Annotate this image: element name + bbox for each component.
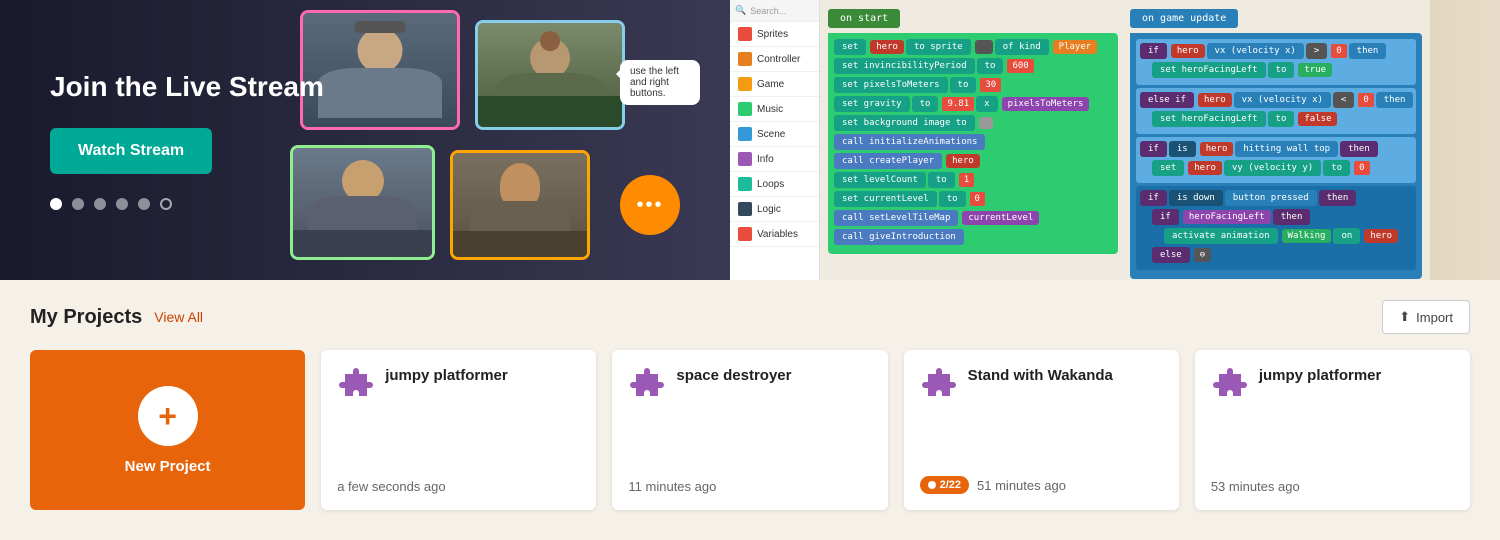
project-card-2[interactable]: space destroyer 11 minutes ago	[612, 350, 887, 510]
project-time-3: 51 minutes ago	[977, 478, 1066, 493]
carousel-dot-3[interactable]	[94, 198, 106, 210]
new-project-label: New Project	[125, 458, 211, 475]
project-name-1: jumpy platformer	[385, 366, 508, 386]
on-game-update-panel: on game update if hero vx (velocity x) >…	[1130, 8, 1422, 279]
sidebar-item-music[interactable]: Music	[730, 97, 819, 122]
sidebar-item-controller[interactable]: Controller	[730, 47, 819, 72]
video-thumb-2	[475, 20, 625, 130]
project-name-row-4: jumpy platformer	[1211, 366, 1454, 402]
project-card-3[interactable]: Stand with Wakanda 2/22 51 minutes ago	[904, 350, 1179, 510]
search-icon: 🔍	[735, 5, 746, 16]
sidebar-item-variables[interactable]: Variables	[730, 222, 819, 247]
sidebar-item-sprites[interactable]: Sprites	[730, 22, 819, 47]
video-thumb-4	[450, 150, 590, 260]
watch-stream-button[interactable]: Watch Stream	[50, 128, 212, 174]
progress-row-3: 2/22 51 minutes ago	[920, 464, 1163, 494]
mc-blocks-wrapper: on start set hero to sprite of kind Play…	[820, 0, 1430, 280]
projects-title-group: My Projects View All	[30, 306, 203, 329]
import-label: Import	[1416, 310, 1453, 325]
project-card-4-inner: jumpy platformer 53 minutes ago	[1195, 350, 1470, 510]
project-name-row-3: Stand with Wakanda	[920, 366, 1163, 402]
block-row-11: call giveIntroduction	[834, 229, 1112, 245]
project-card-1[interactable]: jumpy platformer a few seconds ago	[321, 350, 596, 510]
bottom-section: My Projects View All ⬆ Import + New Proj…	[0, 280, 1500, 530]
scene-icon	[738, 127, 752, 141]
block-row-3: set pixelsToMeters to 30	[834, 77, 1112, 93]
sidebar-item-scene[interactable]: Scene	[730, 122, 819, 147]
carousel-dot-4[interactable]	[116, 198, 128, 210]
project-card-2-inner: space destroyer 11 minutes ago	[612, 350, 887, 510]
project-name-row-1: jumpy platformer	[337, 366, 580, 402]
import-icon: ⬆	[1399, 309, 1410, 325]
block-row-1: set hero to sprite of kind Player	[834, 39, 1112, 55]
makecode-area: 🔍 Search... Sprites Controller Game Musi…	[730, 0, 1430, 280]
projects-header: My Projects View All ⬆ Import	[30, 300, 1470, 334]
projects-title: My Projects	[30, 306, 142, 329]
carousel-dot-1[interactable]	[50, 198, 62, 210]
block-row-9: set currentLevel to 0	[834, 191, 1112, 207]
sidebar-item-logic[interactable]: Logic	[730, 197, 819, 222]
new-project-card[interactable]: + New Project	[30, 350, 305, 510]
variables-icon	[738, 227, 752, 241]
projects-grid: + New Project jumpy platformer a few sec…	[30, 350, 1470, 510]
loops-icon	[738, 177, 752, 191]
block-row-8: set levelCount to 1	[834, 172, 1112, 188]
hero-title: Join the Live Stream	[50, 70, 324, 104]
project-name-row-2: space destroyer	[628, 366, 871, 402]
carousel-dot-2[interactable]	[72, 198, 84, 210]
sidebar-item-info[interactable]: Info	[730, 147, 819, 172]
info-icon	[738, 152, 752, 166]
makecode-sidebar: 🔍 Search... Sprites Controller Game Musi…	[730, 0, 820, 280]
on-start-header: on start	[828, 9, 900, 28]
chat-bubble: use the left and right buttons.	[620, 60, 700, 105]
sidebar-item-game[interactable]: Game	[730, 72, 819, 97]
project-card-3-inner: Stand with Wakanda 2/22 51 minutes ago	[904, 350, 1179, 510]
block-row-6: call initializeAnimations	[834, 134, 1112, 150]
logic-icon	[738, 202, 752, 216]
project-card-4[interactable]: jumpy platformer 53 minutes ago	[1195, 350, 1470, 510]
block-row-10: call setLevelTileMap currentLevel	[834, 210, 1112, 226]
new-project-icon: +	[138, 386, 198, 446]
carousel-dot-5[interactable]	[138, 198, 150, 210]
project-name-3: Stand with Wakanda	[968, 366, 1113, 386]
music-icon	[738, 102, 752, 116]
project-card-1-inner: jumpy platformer a few seconds ago	[321, 350, 596, 510]
import-button[interactable]: ⬆ Import	[1382, 300, 1470, 334]
on-game-update-header: on game update	[1130, 9, 1238, 28]
sidebar-item-loops[interactable]: Loops	[730, 172, 819, 197]
puzzle-icon-2	[628, 366, 664, 402]
game-icon	[738, 77, 752, 91]
block-row-5: set background image to	[834, 115, 1112, 131]
on-start-panel: on start set hero to sprite of kind Play…	[828, 8, 1118, 254]
project-time-4: 53 minutes ago	[1211, 467, 1454, 494]
puzzle-icon-3	[920, 366, 956, 402]
hero-section: Join the Live Stream Watch Stream	[0, 0, 1500, 280]
progress-dot	[928, 481, 936, 489]
speech-bubble-dots: •••	[636, 194, 663, 217]
block-row-7: call createPlayer hero	[834, 153, 1112, 169]
project-time-2: 11 minutes ago	[628, 467, 871, 494]
carousel-dot-6[interactable]	[160, 198, 172, 210]
carousel-dots	[50, 198, 324, 210]
speech-bubble: •••	[620, 175, 680, 235]
project-name-2: space destroyer	[676, 366, 791, 386]
controller-icon	[738, 52, 752, 66]
block-row-4: set gravity to 9.81 x pixelsToMeters	[834, 96, 1112, 112]
mc-search: 🔍 Search...	[730, 0, 819, 22]
project-time-1: a few seconds ago	[337, 467, 580, 494]
sprites-icon	[738, 27, 752, 41]
new-project-plus: +	[158, 400, 177, 432]
progress-badge-3: 2/22	[920, 476, 969, 494]
hero-left-content: Join the Live Stream Watch Stream	[0, 30, 374, 250]
puzzle-icon-4	[1211, 366, 1247, 402]
block-row-2: set invincibilityPeriod to 600	[834, 58, 1112, 74]
project-name-4: jumpy platformer	[1259, 366, 1382, 386]
puzzle-icon-1	[337, 366, 373, 402]
view-all-link[interactable]: View All	[154, 309, 203, 325]
